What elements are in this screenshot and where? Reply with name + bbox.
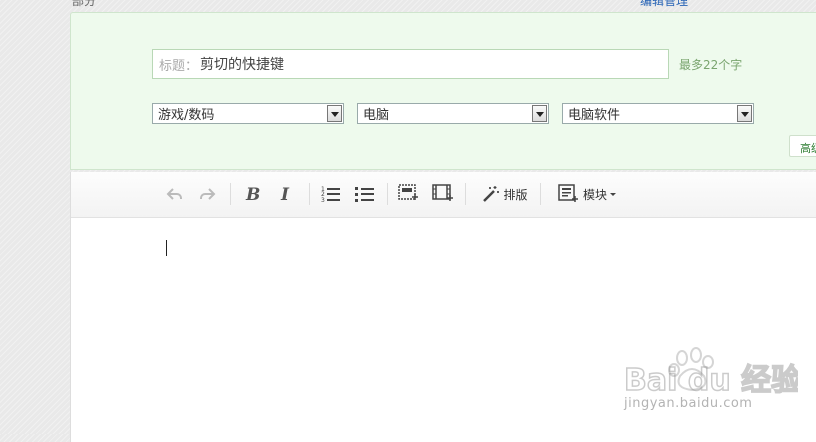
magic-wand-icon: [483, 186, 500, 202]
chevron-down-icon[interactable]: [327, 105, 342, 122]
svg-text:B: B: [245, 185, 260, 203]
ordered-list-icon: 1 2 3: [321, 186, 340, 203]
article-meta-panel: 标题： 剪切的快捷键 最多22个字 游戏/数码 电脑 电脑软件 高级: [70, 12, 816, 170]
top-right-fragment: 编辑管理: [640, 0, 689, 8]
top-left-fragment: 部分: [72, 0, 97, 8]
unordered-list-icon: [355, 187, 374, 202]
toolbar-separator: [540, 183, 541, 205]
chevron-down-icon[interactable]: [737, 105, 752, 122]
format-button[interactable]: 排版: [478, 182, 532, 206]
insert-video-button[interactable]: [431, 182, 455, 206]
toolbar-separator: [465, 183, 466, 205]
insert-image-button[interactable]: [397, 182, 421, 206]
title-label: 标题：: [159, 58, 199, 74]
title-value: 剪切的快捷键: [200, 57, 285, 73]
watermark-logo-text: Bai du 经验: [624, 363, 798, 398]
italic-button[interactable]: I: [274, 182, 298, 206]
advanced-button-label: 高级: [800, 142, 816, 155]
bold-button[interactable]: B: [241, 182, 265, 206]
toolbar-separator: [387, 183, 388, 205]
italic-icon: I: [280, 185, 290, 203]
chevron-down-icon[interactable]: [532, 105, 547, 122]
text-cursor: [166, 240, 167, 256]
category-select-2[interactable]: 电脑: [357, 103, 549, 124]
watermark-url: jingyan.baidu.com: [624, 396, 753, 411]
undo-button[interactable]: [163, 182, 187, 206]
unordered-list-button[interactable]: [353, 182, 377, 206]
redo-button[interactable]: [195, 182, 219, 206]
undo-icon: [166, 188, 182, 200]
title-limit-hint: 最多22个字: [679, 58, 743, 72]
bold-icon: B: [245, 185, 260, 203]
svg-text:I: I: [280, 185, 290, 203]
module-label: 模块: [582, 187, 607, 202]
insert-video-icon: [432, 184, 453, 201]
module-icon: [558, 184, 578, 202]
module-button[interactable]: 模块: [556, 182, 618, 206]
advanced-button[interactable]: 高级: [789, 135, 816, 157]
insert-image-icon: [398, 184, 418, 200]
category-select-3[interactable]: 电脑软件: [562, 103, 754, 124]
category-select-2-value: 电脑: [363, 108, 390, 123]
category-select-3-value: 电脑软件: [568, 108, 621, 123]
redo-icon: [200, 188, 216, 200]
toolbar-separator: [309, 183, 310, 205]
format-label: 排版: [503, 187, 528, 202]
category-select-1[interactable]: 游戏/数码: [152, 103, 344, 124]
title-input[interactable]: 标题： 剪切的快捷键: [152, 49, 669, 79]
toolbar-separator: [230, 183, 231, 205]
caret-down-icon: [610, 192, 616, 196]
category-select-1-value: 游戏/数码: [158, 108, 215, 123]
svg-text:3: 3: [321, 197, 325, 203]
editor-toolbar: B I 1 2 3 排版 模块: [71, 172, 816, 218]
ordered-list-button[interactable]: 1 2 3: [319, 182, 343, 206]
top-bar-remnant: 部分 编辑管理: [0, 0, 816, 8]
